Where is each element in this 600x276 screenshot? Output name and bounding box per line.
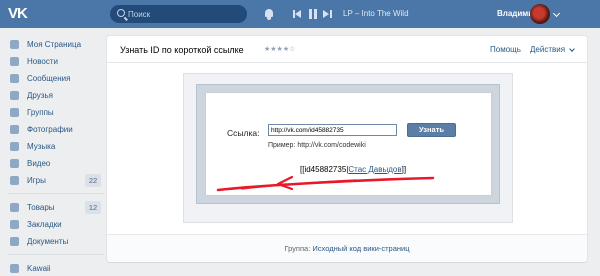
result-prefix: [[id45882735| <box>300 165 349 174</box>
sidebar-item-label: Друзья <box>27 91 53 100</box>
app-frame: Ссылка: Узнать Пример: http://vk.com/cod… <box>196 84 500 204</box>
home-icon <box>10 40 19 49</box>
embedded-app-container: Ссылка: Узнать Пример: http://vk.com/cod… <box>183 73 513 223</box>
rating-stars: ★★★★☆ <box>264 46 296 53</box>
wiki-page-card: Узнать ID по короткой ссылке ★★★★☆ Помощ… <box>107 36 587 262</box>
sidebar-item-label: Сообщения <box>27 74 71 83</box>
actions-menu[interactable]: Действия <box>530 44 565 56</box>
sidebar-item-label: Документы <box>27 237 69 246</box>
sidebar-item-label: Музыка <box>27 142 56 151</box>
sidebar-item[interactable]: Видео <box>8 155 108 172</box>
sidebar-item[interactable]: Игры 22 <box>8 172 108 189</box>
sidebar-item[interactable]: Закладки <box>8 216 108 233</box>
sidebar-item[interactable]: Друзья <box>8 87 108 104</box>
page-title: Узнать ID по короткой ссылке <box>120 45 244 55</box>
music-icon <box>10 142 19 151</box>
goods-icon <box>10 203 19 212</box>
chevron-down-icon[interactable] <box>552 9 561 18</box>
result-wiki-markup[interactable]: [[id45882735|Стас Давыдов]] <box>300 164 406 176</box>
left-sidebar-menu: Моя Страница Новости Сообщения Друзья Группы… <box>8 36 108 276</box>
document-icon <box>10 237 19 246</box>
sidebar-item-label: Новости <box>27 57 58 66</box>
app-icon <box>10 264 19 273</box>
sidebar-item-label: Товары <box>27 203 55 212</box>
sidebar-item[interactable]: Фотографии <box>8 121 108 138</box>
sidebar-item[interactable]: Сообщения <box>8 70 108 87</box>
games-icon <box>10 176 19 185</box>
sidebar-item-label: Группы <box>27 108 54 117</box>
group-link[interactable]: Исходный код вики-страниц <box>312 244 409 253</box>
result-suffix: ]] <box>401 165 407 174</box>
sidebar-item-label: Фотографии <box>27 125 73 134</box>
sidebar-item[interactable]: Документы <box>8 233 108 250</box>
page-footer: Группа: Исходный код вики-страниц <box>107 234 587 262</box>
sidebar-item-label: Закладки <box>27 220 62 229</box>
news-icon <box>10 57 19 66</box>
next-track-icon[interactable] <box>323 9 333 19</box>
messages-icon <box>10 74 19 83</box>
count-badge: 12 <box>85 201 101 214</box>
avatar[interactable] <box>530 4 550 24</box>
page-header: Узнать ID по короткой ссылке ★★★★☆ Помощ… <box>107 36 587 63</box>
search-input[interactable] <box>128 7 238 21</box>
sidebar-item[interactable]: Моя Страница <box>8 36 108 53</box>
pause-icon[interactable] <box>309 9 317 19</box>
sidebar-divider <box>8 193 104 194</box>
notifications-bell-icon[interactable] <box>264 7 274 21</box>
bookmark-icon <box>10 220 19 229</box>
camera-icon <box>10 125 19 134</box>
find-id-button[interactable]: Узнать <box>407 123 456 137</box>
chevron-down-icon[interactable] <box>569 46 575 52</box>
link-field-label: Ссылка: <box>227 128 260 138</box>
sidebar-divider <box>8 254 104 255</box>
id-lookup-form: Ссылка: Узнать Пример: http://vk.com/cod… <box>205 92 492 196</box>
example-text: Пример: http://vk.com/codewiki <box>268 142 366 149</box>
sidebar-item[interactable]: Новости <box>8 53 108 70</box>
friends-icon <box>10 91 19 100</box>
sidebar-item[interactable]: Группы <box>8 104 108 121</box>
result-user-link[interactable]: Стас Давыдов <box>348 165 401 174</box>
help-link[interactable]: Помощь <box>490 44 521 56</box>
groups-icon <box>10 108 19 117</box>
link-url-input[interactable] <box>268 124 397 136</box>
search-box[interactable] <box>110 5 247 23</box>
video-icon <box>10 159 19 168</box>
previous-track-icon[interactable] <box>293 9 303 19</box>
sidebar-item-label: Kawaii <box>27 264 51 273</box>
search-icon <box>117 9 125 17</box>
vk-logo[interactable]: VK <box>8 4 30 24</box>
count-badge: 22 <box>85 174 101 187</box>
sidebar-item[interactable]: Товары 12 <box>8 199 108 216</box>
sidebar-item-label: Видео <box>27 159 51 168</box>
top-navigation-bar: VK LP – Into The Wild Владимир <box>0 0 600 28</box>
sidebar-item[interactable]: Музыка <box>8 138 108 155</box>
sidebar-item-label: Игры <box>27 176 46 185</box>
current-track-title[interactable]: LP – Into The Wild <box>343 8 409 20</box>
footer-prefix: Группа: <box>284 244 313 253</box>
sidebar-item-label: Моя Страница <box>27 40 82 49</box>
sidebar-item[interactable]: Kawaii <box>8 260 108 276</box>
